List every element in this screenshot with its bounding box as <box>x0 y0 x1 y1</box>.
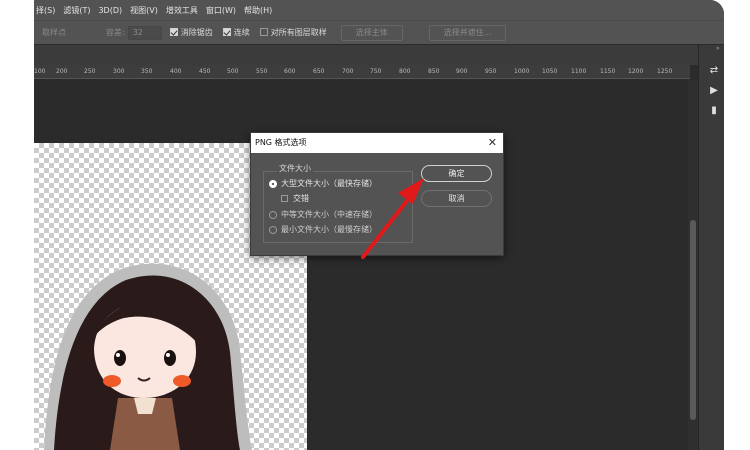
contiguous-checkbox[interactable]: 连续 <box>222 27 250 38</box>
ruler-tick: 1250 <box>657 68 673 75</box>
radio-unselected-icon <box>269 210 277 219</box>
radio-large-file-label: 大型文件大小（最快存储） <box>281 179 377 188</box>
menu-filter[interactable]: 滤镜(T) <box>63 5 90 16</box>
checkbox-unchecked-icon <box>281 195 288 202</box>
ruler-tick: 400 <box>170 68 182 75</box>
sample-all-layers-label: 对所有图层取样 <box>270 28 327 37</box>
file-size-label: 文件大小 <box>277 163 313 174</box>
menu-bar: 择(S) 滤镜(T) 3D(D) 视图(V) 增效工具 窗口(W) 帮助(H) <box>34 0 724 20</box>
cancel-button[interactable]: 取消 <box>421 190 492 207</box>
contiguous-label: 连续 <box>233 28 250 37</box>
ruler-tick: 650 <box>313 68 325 75</box>
collapse-panels-icon[interactable]: » <box>716 45 720 52</box>
document-tab-strip <box>34 45 724 65</box>
ruler-tick: 800 <box>399 68 411 75</box>
scrollbar-thumb[interactable] <box>690 220 696 420</box>
ruler-tick: 300 <box>113 68 125 75</box>
interlace-checkbox[interactable]: 交错 <box>281 193 309 204</box>
checkbox-checked-icon <box>169 28 178 36</box>
ruler-tick: 200 <box>56 68 68 75</box>
ruler-tick: 750 <box>370 68 382 75</box>
ruler-tick: 1150 <box>600 68 616 75</box>
menu-help[interactable]: 帮助(H) <box>244 5 272 16</box>
ruler-tick: 600 <box>284 68 296 75</box>
ruler-tick: 350 <box>141 68 153 75</box>
ruler-tick: 450 <box>199 68 211 75</box>
ruler-tick: 500 <box>227 68 239 75</box>
photoshop-window: 择(S) 滤镜(T) 3D(D) 视图(V) 增效工具 窗口(W) 帮助(H) … <box>34 0 724 450</box>
png-options-dialog: PNG 格式选项 ✕ 文件大小 大型文件大小（最快存储） 交错 中等文件大小（中… <box>250 132 504 256</box>
menu-view[interactable]: 视图(V) <box>130 5 158 16</box>
ruler-tick: 1050 <box>542 68 558 75</box>
interlace-label: 交错 <box>293 194 309 203</box>
antialias-checkbox[interactable]: 消除锯齿 <box>169 27 213 38</box>
vertical-scrollbar[interactable] <box>688 80 698 450</box>
ok-button[interactable]: 确定 <box>421 165 492 182</box>
menu-plugins[interactable]: 增效工具 <box>166 5 198 16</box>
checkbox-unchecked-icon <box>259 28 268 36</box>
play-icon[interactable]: ▶ <box>708 85 720 97</box>
radio-medium-file-label: 中等文件大小（中速存储） <box>281 210 377 219</box>
radio-small-file-label: 最小文件大小（最慢存储） <box>281 225 377 234</box>
ruler-tick: 900 <box>456 68 468 75</box>
tolerance-label: 容差: <box>106 28 125 37</box>
select-subject-button[interactable]: 选择主体 <box>340 24 403 41</box>
dialog-title-bar: PNG 格式选项 ✕ <box>251 133 503 153</box>
ruler-tick: 550 <box>256 68 268 75</box>
checkbox-checked-icon <box>222 28 231 36</box>
radio-unselected-icon <box>269 225 277 234</box>
radio-medium-file[interactable]: 中等文件大小（中速存储） <box>269 209 377 220</box>
ruler-tick: 1100 <box>571 68 587 75</box>
radio-small-file[interactable]: 最小文件大小（最慢存储） <box>269 224 377 235</box>
screenshot-frame: 择(S) 滤镜(T) 3D(D) 视图(V) 增效工具 窗口(W) 帮助(H) … <box>0 0 750 450</box>
ruler-tick: 850 <box>428 68 440 75</box>
history-icon[interactable]: ⇄ <box>708 65 720 77</box>
tolerance-input[interactable]: 32 <box>127 25 162 40</box>
character-illustration <box>44 263 252 450</box>
sample-point-select[interactable]: 取样点 <box>42 27 66 38</box>
ruler-tick: 1200 <box>628 68 644 75</box>
sample-all-layers-checkbox[interactable]: 对所有图层取样 <box>259 27 327 38</box>
ruler-tick: 1000 <box>514 68 530 75</box>
menu-window[interactable]: 窗口(W) <box>206 5 236 16</box>
menu-3d[interactable]: 3D(D) <box>98 6 122 15</box>
radio-large-file[interactable]: 大型文件大小（最快存储） <box>269 178 377 189</box>
close-icon[interactable]: ✕ <box>488 133 497 153</box>
dialog-title: PNG 格式选项 <box>255 138 307 147</box>
right-panel-dock: ⇄ ▶ ▮ <box>698 45 724 450</box>
ruler-tick: 100 <box>34 68 46 75</box>
comment-icon[interactable]: ▮ <box>708 105 720 117</box>
antialias-label: 消除锯齿 <box>180 28 213 37</box>
menu-select[interactable]: 择(S) <box>36 5 55 16</box>
horizontal-ruler: 100 200 250 300 350 400 450 500 550 600 … <box>34 65 690 79</box>
radio-selected-icon <box>269 179 277 188</box>
ruler-tick: 950 <box>485 68 497 75</box>
options-bar: 取样点 容差: 32 消除锯齿 连续 对所有图层取样 选择主体 选择并遮住... <box>34 20 724 44</box>
select-and-mask-button[interactable]: 选择并遮住... <box>428 24 507 41</box>
ruler-tick: 250 <box>84 68 96 75</box>
ruler-tick: 700 <box>342 68 354 75</box>
